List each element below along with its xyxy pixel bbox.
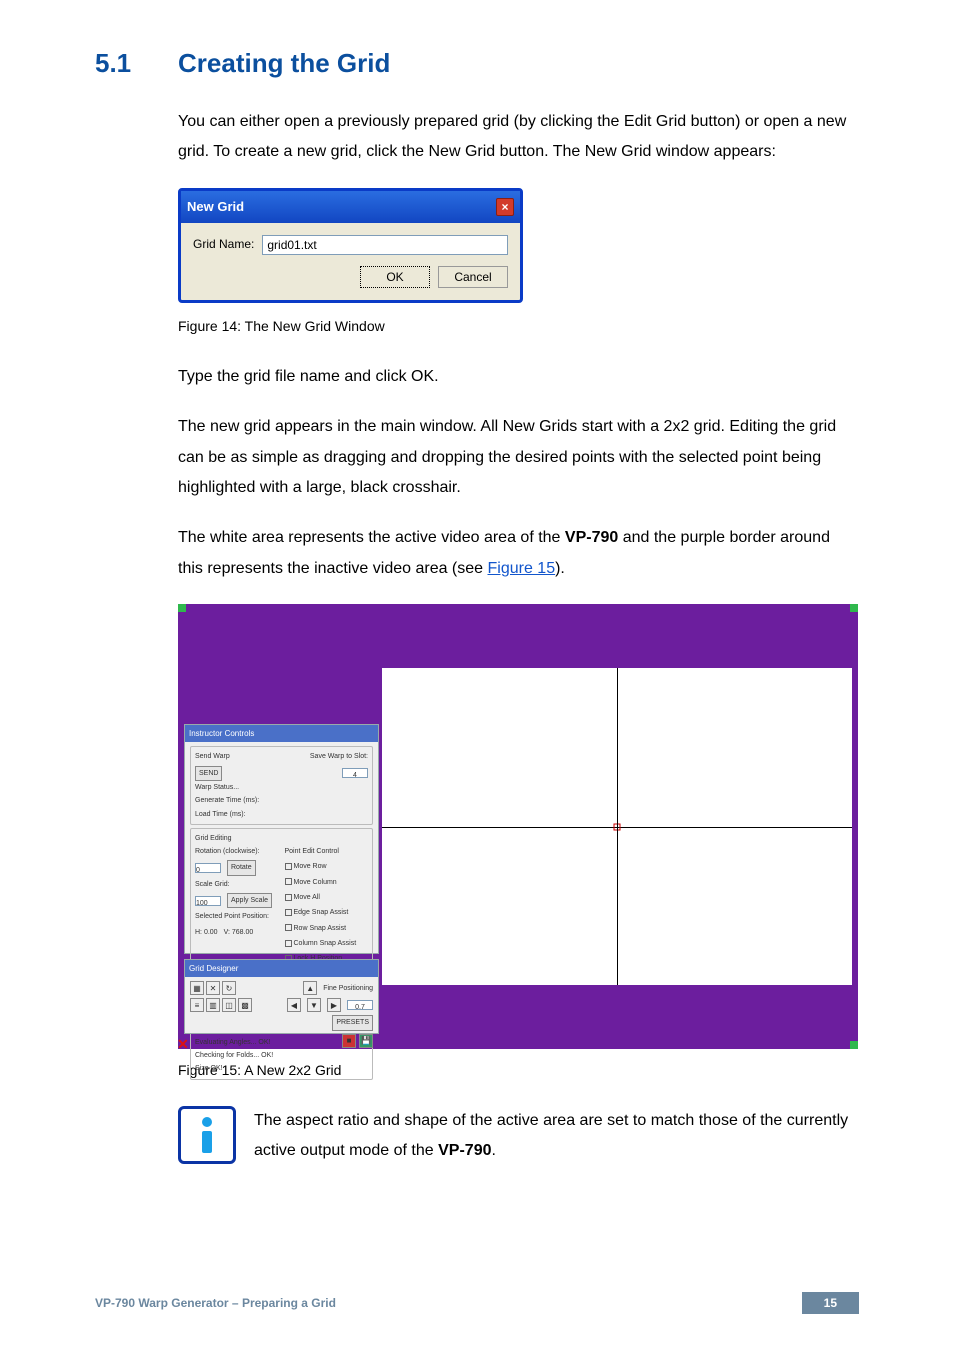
fine-positioning-label: Fine Positioning	[323, 982, 373, 995]
dialog-title: New Grid	[187, 195, 244, 220]
preset-stop-icon[interactable]: ■	[342, 1034, 356, 1048]
rotation-input[interactable]: 0	[195, 863, 221, 873]
new-grid-dialog: New Grid × Grid Name: OK Cancel	[178, 188, 523, 303]
info-icon	[178, 1106, 236, 1164]
active-video-area	[382, 668, 852, 985]
paragraph-white-area: The white area represents the active vid…	[178, 523, 858, 584]
size-status: Size OK!	[195, 1062, 368, 1075]
arrow-up-icon[interactable]: ▲	[303, 981, 317, 995]
corner-marker-icon	[850, 604, 858, 612]
rotation-label: Rotation (clockwise):	[195, 845, 279, 858]
v-value: V: 768.00	[224, 926, 254, 939]
move-row-checkbox[interactable]	[285, 863, 292, 870]
edge-snap-checkbox[interactable]	[285, 909, 292, 916]
tool-cols-icon[interactable]: ▥	[206, 998, 220, 1012]
product-name: VP-790	[438, 1142, 491, 1159]
send-button[interactable]: SEND	[195, 766, 222, 781]
section-heading: 5.1 Creating the Grid	[95, 48, 859, 79]
page-number: 15	[802, 1292, 859, 1314]
presets-button[interactable]: PRESETS	[332, 1015, 373, 1030]
column-snap-checkbox[interactable]	[285, 940, 292, 947]
close-icon[interactable]: ×	[496, 198, 514, 216]
grid-designer-panel: Grid Designer ▦ ✕ ↻ ▲ Fine Positioning	[184, 959, 379, 1034]
point-edit-control-label: Point Edit Control	[285, 845, 369, 858]
arrow-left-icon[interactable]: ◀	[287, 998, 301, 1012]
info-note: The aspect ratio and shape of the active…	[178, 1106, 858, 1167]
load-time-label: Load Time (ms):	[195, 808, 368, 821]
selected-point-label: Selected Point Position:	[195, 910, 279, 923]
arrow-right-icon[interactable]: ▶	[327, 998, 341, 1012]
send-warp-label: Send Warp	[195, 750, 230, 763]
section-number: 5.1	[95, 48, 178, 79]
figure-15-link[interactable]: Figure 15	[488, 560, 556, 577]
grid-designer-title: Grid Designer	[185, 960, 378, 977]
paragraph-new-grid: The new grid appears in the main window.…	[178, 412, 858, 503]
selected-point-marker-icon	[614, 823, 621, 830]
paragraph-type-name: Type the grid file name and click OK.	[178, 362, 858, 392]
generate-time-label: Generate Time (ms):	[195, 794, 368, 807]
tool-redo-icon[interactable]: ↻	[222, 981, 236, 995]
tool-dense-icon[interactable]: ▩	[238, 998, 252, 1012]
scale-input[interactable]: 100	[195, 896, 221, 906]
tool-delete-icon[interactable]: ✕	[206, 981, 220, 995]
ok-button[interactable]: OK	[360, 266, 430, 288]
h-value: H: 0.00	[195, 926, 218, 939]
slot-select[interactable]: 4	[342, 768, 368, 778]
cancel-button[interactable]: Cancel	[438, 266, 508, 288]
scale-grid-label: Scale Grid:	[195, 878, 279, 891]
move-all-checkbox[interactable]	[285, 894, 292, 901]
instructor-controls-panel: Instructor Controls Send Warp Save Warp …	[184, 724, 379, 954]
corner-marker-icon	[178, 604, 186, 612]
instructor-controls-title: Instructor Controls	[185, 725, 378, 742]
warp-status-label: Warp Status...	[195, 781, 368, 794]
tool-split-icon[interactable]: ◫	[222, 998, 236, 1012]
preset-save-icon[interactable]: 💾	[359, 1034, 373, 1048]
grid-editing-label: Grid Editing	[195, 832, 368, 845]
grid-designer-screenshot: ✕ Instructor Controls Send Warp Save War…	[178, 604, 858, 1049]
section-title: Creating the Grid	[178, 48, 390, 79]
row-snap-checkbox[interactable]	[285, 924, 292, 931]
product-name: VP-790	[565, 529, 618, 546]
figure-14-caption: Figure 14: The New Grid Window	[178, 313, 858, 340]
arrow-down-icon[interactable]: ▼	[307, 998, 321, 1012]
rotate-button[interactable]: Rotate	[227, 860, 256, 875]
paragraph-intro: You can either open a previously prepare…	[178, 107, 858, 168]
tool-rows-icon[interactable]: ≡	[190, 998, 204, 1012]
grid-name-input[interactable]	[262, 235, 508, 255]
grid-name-label: Grid Name:	[193, 233, 254, 256]
corner-marker-icon	[850, 1041, 858, 1049]
move-column-checkbox[interactable]	[285, 878, 292, 885]
footer-title: VP-790 Warp Generator – Preparing a Grid	[95, 1296, 336, 1310]
fine-positioning-input[interactable]: 0.7	[347, 1000, 373, 1010]
tool-grid-icon[interactable]: ▦	[190, 981, 204, 995]
apply-scale-button[interactable]: Apply Scale	[227, 893, 272, 908]
save-warp-label: Save Warp to Slot:	[310, 750, 368, 763]
